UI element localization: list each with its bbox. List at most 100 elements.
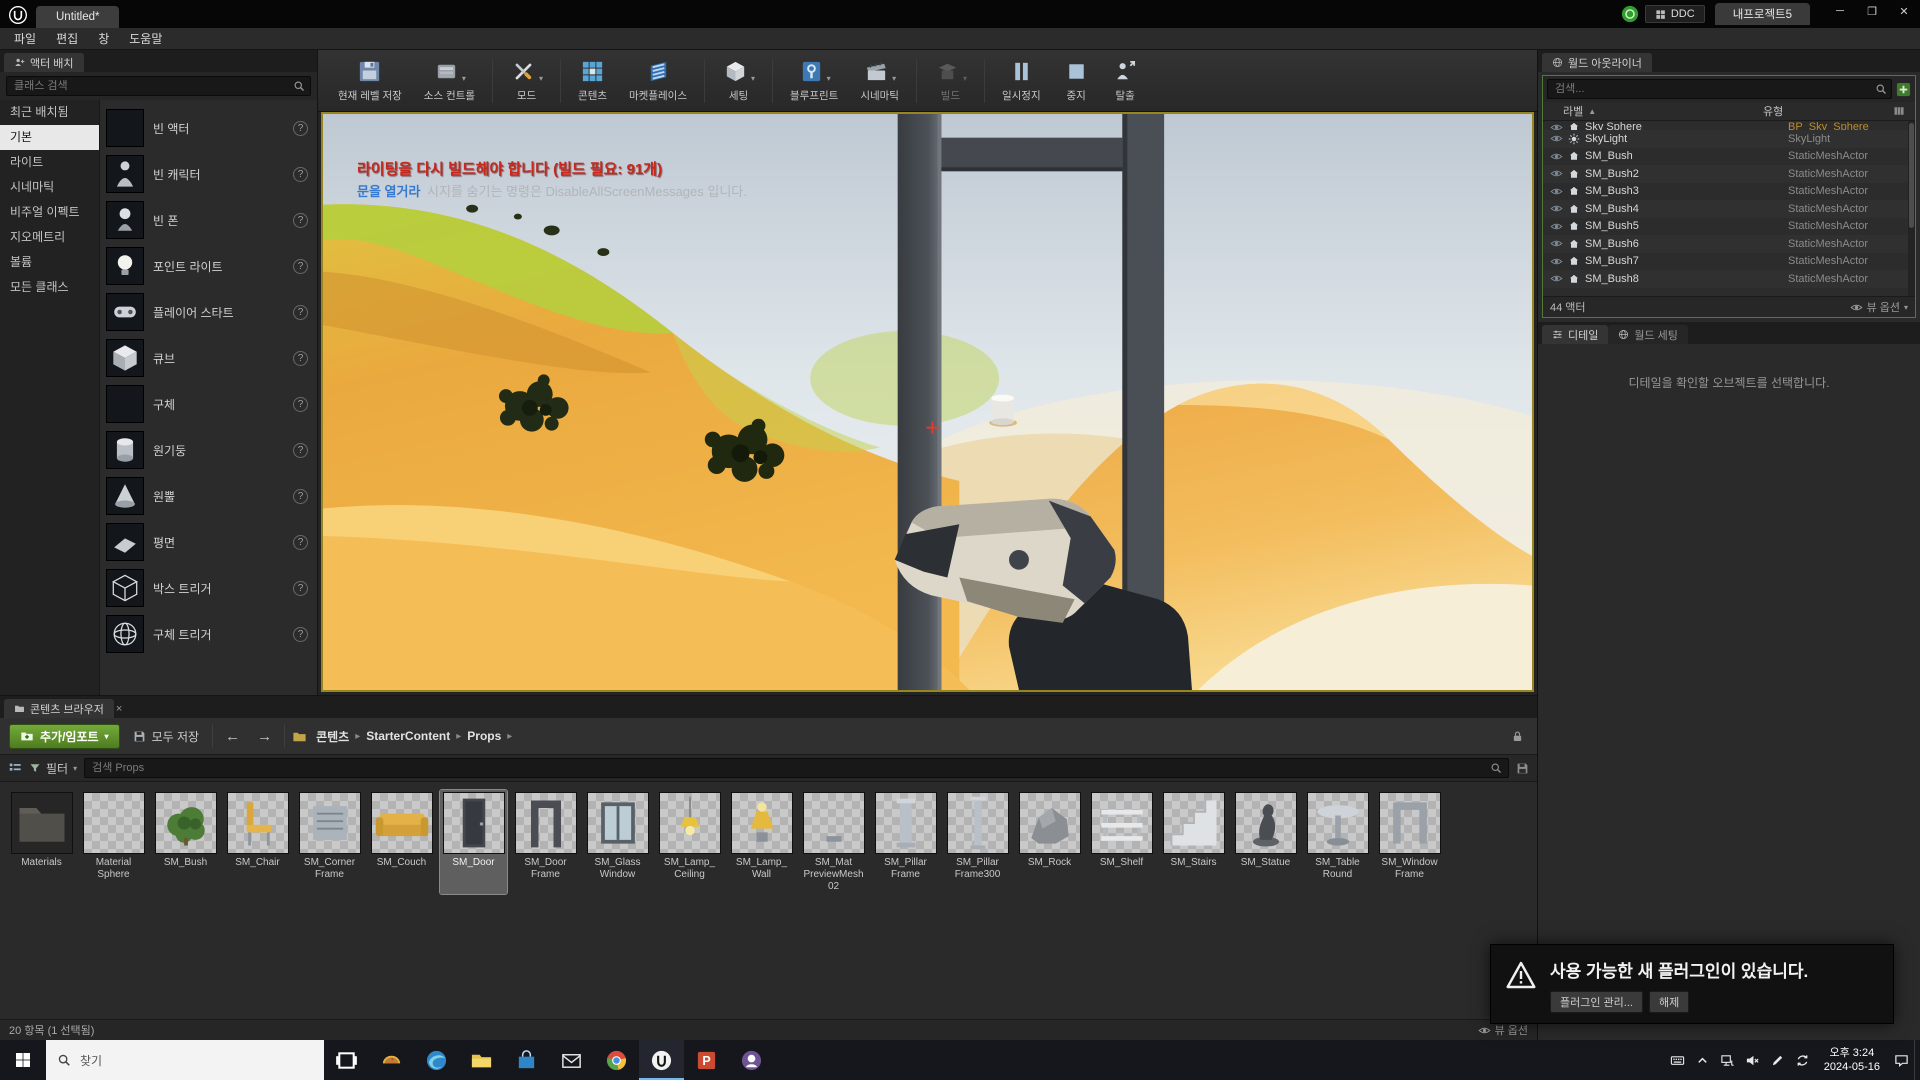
menu-item-2[interactable]: 창	[88, 27, 119, 50]
view-options-button[interactable]: 뷰 옵션	[1478, 1022, 1528, 1038]
asset-tile[interactable]: SM_Door	[440, 790, 507, 894]
scrollbar-thumb[interactable]	[1909, 123, 1914, 228]
type-column-title[interactable]: 유형	[1763, 103, 1891, 119]
column-label[interactable]: 라벨▲	[1543, 103, 1763, 119]
asset-tile[interactable]: SM_Lamp_ Ceiling	[656, 790, 723, 894]
asset-tile[interactable]: SM_Stairs	[1160, 790, 1227, 894]
manage-plugins-button[interactable]: 플러그인 관리...	[1550, 991, 1643, 1013]
add-filter-icon[interactable]	[1896, 82, 1911, 97]
close-button[interactable]: ✕	[1888, 0, 1920, 22]
place-actor-item[interactable]: 구체 ?	[106, 381, 311, 427]
forward-button[interactable]: →	[252, 728, 277, 745]
asset-search-input[interactable]	[84, 758, 1509, 778]
asset-tile[interactable]: SM_Shelf	[1088, 790, 1155, 894]
place-actor-item[interactable]: 플레이어 스타트 ?	[106, 289, 311, 335]
place-actor-item[interactable]: 박스 트리거 ?	[106, 565, 311, 611]
visibility-eye-icon[interactable]	[1550, 132, 1563, 145]
place-category[interactable]: 볼륨	[0, 250, 99, 275]
menu-item-0[interactable]: 파일	[4, 27, 46, 50]
powerpoint-button[interactable]	[684, 1040, 729, 1080]
place-actor-item[interactable]: 평면 ?	[106, 519, 311, 565]
place-category[interactable]: 기본	[0, 125, 99, 150]
asset-tile[interactable]: SM_Rock	[1016, 790, 1083, 894]
filters-button[interactable]: 필터 ▾	[29, 760, 77, 777]
asset-tile[interactable]: SM_Door Frame	[512, 790, 579, 894]
add-import-button[interactable]: 추가/임포트 ▾	[9, 724, 120, 749]
asset-tile[interactable]: SM_Table Round	[1304, 790, 1371, 894]
dismiss-button[interactable]: 해제	[1649, 991, 1689, 1013]
toolbar-market-button[interactable]: 마켓플레이스	[619, 54, 697, 107]
show-desktop-strip[interactable]	[1914, 1040, 1920, 1080]
outliner-row[interactable]: SM_Bush5 StaticMeshActor	[1543, 218, 1908, 236]
clock[interactable]: 오후 3:24 2024-05-16	[1815, 1046, 1889, 1075]
tab-world-outliner[interactable]: 월드 아웃라이너	[1542, 53, 1652, 72]
toolbar-modes-button[interactable]: ▾ 모드	[500, 54, 553, 107]
toolbar-content-button[interactable]: 콘텐츠	[568, 54, 617, 107]
outliner-row[interactable]: SM_Bush3 StaticMeshActor	[1543, 183, 1908, 201]
toolbar-pause-button[interactable]: 일시정지	[992, 54, 1051, 107]
toolbar-cine-button[interactable]: ▾ 시네마틱	[850, 54, 909, 107]
outliner-row[interactable]: SM_Bush8 StaticMeshActor	[1543, 270, 1908, 288]
toolbar-source-button[interactable]: ▾ 소스 컨트롤	[414, 54, 485, 107]
sources-panel-icon[interactable]	[8, 761, 22, 775]
github-desktop-button[interactable]	[729, 1040, 774, 1080]
network-button[interactable]	[1715, 1053, 1740, 1068]
weather-widget-button[interactable]	[369, 1040, 414, 1080]
asset-tile[interactable]: SM_Bush	[152, 790, 219, 894]
outliner-row[interactable]: SM_Bush7 StaticMeshActor	[1543, 253, 1908, 271]
scrollbar[interactable]	[1908, 121, 1915, 296]
asset-tile[interactable]: SM_Glass Window	[584, 790, 651, 894]
place-actor-item[interactable]: 빈 폰 ?	[106, 197, 311, 243]
outliner-row[interactable]: SM_Bush4 StaticMeshActor	[1543, 200, 1908, 218]
level-tab[interactable]: Untitled*	[36, 6, 119, 28]
tab-place-actors[interactable]: 액터 배치	[4, 53, 84, 72]
sync-button[interactable]	[1790, 1053, 1815, 1068]
visibility-eye-icon[interactable]	[1550, 185, 1563, 198]
asset-tile[interactable]: SM_Window Frame	[1376, 790, 1443, 894]
chrome-button[interactable]	[594, 1040, 639, 1080]
breadcrumb-item[interactable]: Props	[465, 729, 503, 743]
place-actor-item[interactable]: 큐브 ?	[106, 335, 311, 381]
notification-center-button[interactable]	[1889, 1053, 1914, 1068]
menu-item-1[interactable]: 편집	[46, 27, 88, 50]
outliner-search-input[interactable]	[1547, 79, 1892, 99]
visibility-eye-icon[interactable]	[1550, 150, 1563, 163]
place-category[interactable]: 비주얼 이펙트	[0, 200, 99, 225]
project-name-tab[interactable]: 내프로젝트5	[1715, 3, 1810, 25]
edge-button[interactable]	[414, 1040, 459, 1080]
visibility-eye-icon[interactable]	[1550, 167, 1563, 180]
file-explorer-button[interactable]	[459, 1040, 504, 1080]
close-icon[interactable]: ×	[114, 703, 128, 718]
ddc-button[interactable]: DDC	[1645, 5, 1705, 23]
toolbar-stop-button[interactable]: 중지	[1053, 54, 1100, 107]
outliner-row[interactable]: SM_Bush StaticMeshActor	[1543, 148, 1908, 166]
place-actor-item[interactable]: 원뿔 ?	[106, 473, 311, 519]
asset-tile[interactable]: SM_Statue	[1232, 790, 1299, 894]
outliner-row-partial[interactable]: Sky Sphere BP_Sky_Sphere	[1543, 121, 1908, 130]
asset-tile[interactable]: Material Sphere	[80, 790, 147, 894]
view-options-button[interactable]: 뷰 옵션 ▾	[1850, 299, 1908, 315]
visibility-eye-icon[interactable]	[1550, 220, 1563, 233]
task-view-button[interactable]	[324, 1040, 369, 1080]
visibility-eye-icon[interactable]	[1550, 121, 1563, 130]
start-button[interactable]	[0, 1040, 46, 1080]
outliner-row[interactable]: SkyLight SkyLight	[1543, 130, 1908, 148]
pen-settings-button[interactable]	[1765, 1053, 1790, 1068]
outliner-row[interactable]: SM_Bush6 StaticMeshActor	[1543, 235, 1908, 253]
menu-item-3[interactable]: 도움말	[119, 27, 172, 50]
asset-folder[interactable]: Materials	[8, 790, 75, 894]
asset-tile[interactable]: SM_Mat PreviewMesh 02	[800, 790, 867, 894]
toolbar-blueprint-button[interactable]: ▾ 블루프린트	[780, 54, 848, 107]
mail-button[interactable]	[549, 1040, 594, 1080]
back-button[interactable]: ←	[220, 728, 245, 745]
touch-keyboard-button[interactable]	[1665, 1053, 1690, 1068]
unreal-editor-button[interactable]	[639, 1040, 684, 1080]
place-category[interactable]: 지오메트리	[0, 225, 99, 250]
place-actor-item[interactable]: 구체 트리거 ?	[106, 611, 311, 657]
place-actor-item[interactable]: 빈 액터 ?	[106, 105, 311, 151]
store-button[interactable]	[504, 1040, 549, 1080]
place-category[interactable]: 모든 클래스	[0, 275, 99, 300]
volume-button[interactable]	[1740, 1053, 1765, 1068]
toolbar-settings-button[interactable]: ▾ 세팅	[712, 54, 765, 107]
tab-world-settings[interactable]: 월드 세팅	[1608, 325, 1688, 344]
